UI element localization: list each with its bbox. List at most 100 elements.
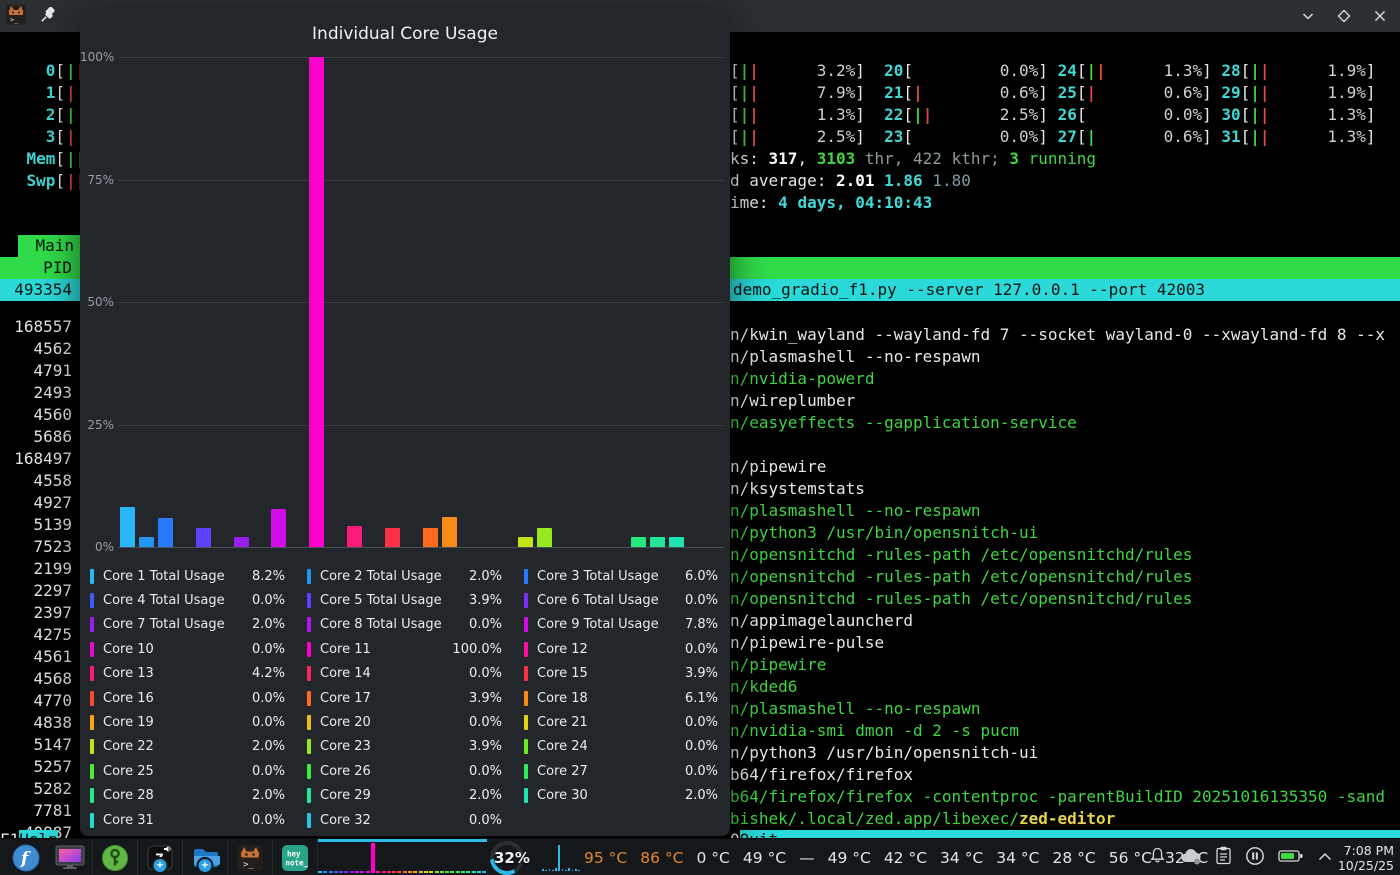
- selected-row-pid[interactable]: 493354: [0, 279, 80, 301]
- meter-0: 0[||: [0, 60, 80, 82]
- legend-swatch: [307, 642, 311, 657]
- pid-value: 5686: [0, 426, 72, 448]
- core-bar-7: [234, 537, 249, 547]
- legend-value: 3.9%: [469, 691, 502, 706]
- clipboard-icon[interactable]: [1215, 846, 1232, 869]
- temperature-value: 34 °C: [996, 849, 1039, 867]
- temperature-value: 49 °C: [828, 849, 871, 867]
- pid-value: 7523: [0, 536, 72, 558]
- legend-item: Core 173.9%: [307, 686, 524, 710]
- core-usage-window[interactable]: Individual Core Usage 100%75%50%25%0% Co…: [80, 8, 730, 836]
- gridline: [118, 180, 724, 181]
- process-row: n/kwin_wayland --wayland-fd 7 --socket w…: [730, 324, 1385, 346]
- pid-value: 4927: [0, 492, 72, 514]
- pid-value: 168497: [0, 448, 72, 470]
- core-bar-18: [442, 517, 457, 547]
- legend-value: 8.2%: [252, 569, 285, 584]
- pid-value: 5257: [0, 756, 72, 778]
- core-bar-28: [631, 537, 646, 547]
- legend-swatch: [524, 642, 528, 657]
- pid-value: 4561: [0, 646, 72, 668]
- legend-value: 2.0%: [252, 739, 285, 754]
- close-button[interactable]: [1372, 8, 1388, 24]
- legend-swatch: [307, 739, 311, 754]
- dolphin-button[interactable]: +: [183, 839, 228, 875]
- legend-value: 2.0%: [252, 788, 285, 803]
- temperature-value: 0 °C: [696, 849, 729, 867]
- pid-value: 4568: [0, 668, 72, 690]
- legend-value: 2.0%: [685, 788, 718, 803]
- legend-swatch: [307, 764, 311, 779]
- fedora-menu-button[interactable]: f: [4, 839, 48, 875]
- weather-cloud-icon[interactable]: [1180, 847, 1202, 869]
- legend-swatch: [90, 764, 94, 779]
- legend-value: 6.0%: [685, 569, 718, 584]
- legend-swatch: [524, 666, 528, 681]
- legend-swatch: [524, 715, 528, 730]
- taskbar[interactable]: f Z + + >_: [0, 838, 1400, 875]
- minimize-button[interactable]: [1300, 8, 1316, 24]
- core-bar-1: [120, 507, 135, 547]
- gridline: [118, 57, 724, 58]
- y-tick-label: 25%: [80, 418, 114, 432]
- process-row: n/pipewire: [730, 654, 826, 676]
- legend-item: Core 270.0%: [524, 759, 740, 783]
- maximize-button[interactable]: [1336, 8, 1352, 24]
- process-row: n/ksystemstats: [730, 478, 865, 500]
- legend-value: 2.0%: [469, 788, 502, 803]
- htop-header-bar: [730, 257, 1400, 279]
- legend-swatch: [307, 691, 311, 706]
- kitty-terminal-button[interactable]: >_: [228, 839, 273, 875]
- media-pause-icon[interactable]: [1245, 846, 1265, 870]
- legend-item: Core 233.9%: [307, 735, 524, 759]
- legend-value: 0.0%: [685, 764, 718, 779]
- notifications-bell-icon[interactable]: [1148, 846, 1167, 869]
- history-sparkline[interactable]: [542, 841, 580, 871]
- legend-item: Core 160.0%: [90, 686, 307, 710]
- pid-value: 2199: [0, 558, 72, 580]
- y-tick-label: 0%: [80, 540, 114, 554]
- legend-value: 2.0%: [469, 569, 502, 584]
- cpu-meter-row: [|| 1.3%] 22[|| 2.5%] 26[ 0.0%] 30[|| 1.…: [730, 104, 1376, 126]
- pid-column-header[interactable]: PID: [0, 257, 80, 279]
- core-usage-widget[interactable]: [318, 839, 487, 875]
- legend-item: Core 134.2%: [90, 662, 307, 686]
- legend-value: 0.0%: [252, 593, 285, 608]
- wallpaper-app-button[interactable]: [48, 839, 93, 875]
- keepassxc-button[interactable]: [93, 839, 138, 875]
- pin-icon[interactable]: [40, 7, 56, 27]
- core-bar-13: [347, 526, 362, 547]
- pid-value: 4558: [0, 470, 72, 492]
- temperature-readouts[interactable]: 95 °C86 °C0 °C49 °C—49 °C42 °C34 °C34 °C…: [584, 839, 1208, 875]
- zed-editor-button[interactable]: Z +: [138, 839, 183, 875]
- temperature-value: 86 °C: [640, 849, 683, 867]
- y-axis-labels: 100%75%50%25%0%: [80, 57, 114, 547]
- heynote-button[interactable]: heynote_: [273, 839, 318, 875]
- cpu-usage-gauge[interactable]: 32%: [490, 841, 524, 875]
- pid-value: 2493: [0, 382, 72, 404]
- expand-chevron-up-icon[interactable]: [1317, 848, 1333, 867]
- battery-icon[interactable]: [1278, 848, 1304, 868]
- legend-swatch: [90, 569, 94, 584]
- legend-item: Core 7 Total Usage2.0%: [90, 613, 307, 637]
- selected-row-command[interactable]: demo_gradio_f1.py --server 127.0.0.1 --p…: [730, 279, 1400, 301]
- legend-value: 0.0%: [685, 642, 718, 657]
- legend-swatch: [524, 691, 528, 706]
- new-window-badge: +: [197, 857, 214, 874]
- core-bar-5: [196, 528, 211, 547]
- legend-value: 0.0%: [469, 617, 502, 632]
- process-row: n/easyeffects --gapplication-service: [730, 412, 1077, 434]
- legend-value: 2.0%: [252, 617, 285, 632]
- temperature-value: 28 °C: [1053, 849, 1096, 867]
- legend-swatch: [90, 642, 94, 657]
- process-row: n/nvidia-powerd: [730, 368, 875, 390]
- process-row: n/appimagelauncherd: [730, 610, 913, 632]
- clock[interactable]: 7:08 PM 10/25/25: [1338, 843, 1394, 874]
- svg-text:>_: >_: [243, 860, 254, 870]
- legend-item: Core 250.0%: [90, 759, 307, 783]
- process-row: n/opensnitchd -rules-path /etc/opensnitc…: [730, 544, 1192, 566]
- new-window-badge: +: [152, 857, 169, 874]
- legend-item: Core 222.0%: [90, 735, 307, 759]
- htop-tab-main[interactable]: Main: [18, 235, 80, 257]
- legend-swatch: [90, 739, 94, 754]
